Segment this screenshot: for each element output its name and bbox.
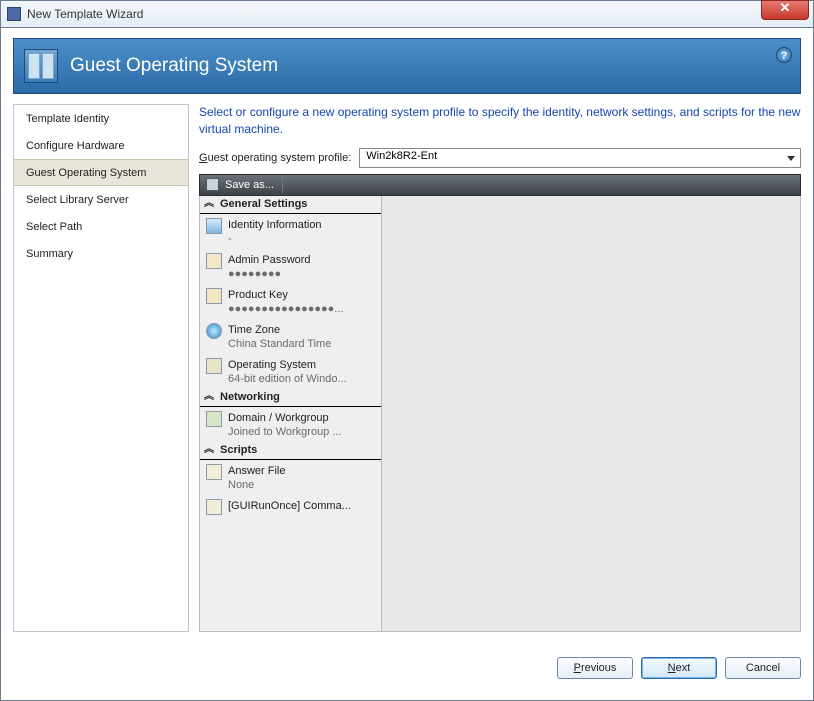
group-label: Networking xyxy=(220,391,280,403)
cancel-button[interactable]: Cancel xyxy=(725,657,801,679)
intro-text: Select or configure a new operating syst… xyxy=(199,104,801,138)
chevron-up-icon: ︽ xyxy=(204,392,214,402)
profile-select-value: Win2k8R2-Ent xyxy=(366,150,437,162)
password-icon xyxy=(206,253,222,269)
window-body: Guest Operating System ? Template Identi… xyxy=(0,28,814,701)
tree-item-time-zone[interactable]: Time ZoneChina Standard Time xyxy=(200,319,381,354)
file-icon xyxy=(206,499,222,515)
next-button[interactable]: Next xyxy=(641,657,717,679)
sidebar-item-guest-os[interactable]: Guest Operating System xyxy=(14,159,188,186)
tree-item-sub: 64-bit edition of Windo... xyxy=(228,372,347,386)
wizard-header-icon xyxy=(24,49,58,83)
tree-item-label: Domain / Workgroup xyxy=(228,411,342,425)
tree-item-label: [GUIRunOnce] Comma... xyxy=(228,499,351,513)
tree-item-label: Product Key xyxy=(228,288,343,302)
wizard-footer: Previous Next Cancel xyxy=(13,650,801,686)
sidebar-item-label: Template Identity xyxy=(26,113,109,125)
profile-select[interactable]: Win2k8R2-Ent xyxy=(359,148,801,168)
toolbar-separator xyxy=(282,177,283,193)
settings-tree: ︽ General Settings Identity Information-… xyxy=(200,196,382,631)
main-panel: Select or configure a new operating syst… xyxy=(199,104,801,632)
sidebar-item-label: Select Path xyxy=(26,221,82,233)
network-icon xyxy=(206,411,222,427)
tree-item-label: Admin Password xyxy=(228,253,311,267)
detail-pane xyxy=(382,196,800,631)
tree-item-label: Identity Information xyxy=(228,218,322,232)
tree-item-answer-file[interactable]: Answer FileNone xyxy=(200,460,381,495)
tree-item-label: Answer File xyxy=(228,464,285,478)
tree-item-admin-password[interactable]: Admin Password●●●●●●●● xyxy=(200,249,381,284)
close-button[interactable]: ✕ xyxy=(761,0,809,20)
save-icon xyxy=(206,178,219,191)
save-as-button[interactable]: Save as... xyxy=(225,179,274,191)
sidebar-item-label: Select Library Server xyxy=(26,194,129,206)
group-networking[interactable]: ︽ Networking xyxy=(200,389,381,407)
file-icon xyxy=(206,464,222,480)
tree-item-sub: ●●●●●●●●●●●●●●●●... xyxy=(228,302,343,316)
group-scripts[interactable]: ︽ Scripts xyxy=(200,442,381,460)
help-icon[interactable]: ? xyxy=(776,47,792,63)
page-title: Guest Operating System xyxy=(70,55,278,77)
tree-item-sub: China Standard Time xyxy=(228,337,331,351)
sidebar-item-template-identity[interactable]: Template Identity xyxy=(14,105,188,132)
settings-toolbar: Save as... xyxy=(199,174,801,196)
tree-item-label: Time Zone xyxy=(228,323,331,337)
app-icon xyxy=(7,7,21,21)
tree-item-sub: Joined to Workgroup ... xyxy=(228,425,342,439)
chevron-up-icon: ︽ xyxy=(204,445,214,455)
tree-item-guirunonce[interactable]: [GUIRunOnce] Comma... xyxy=(200,495,381,518)
sidebar-item-summary[interactable]: Summary xyxy=(14,240,188,267)
magnifier-icon xyxy=(206,358,222,374)
title-bar: New Template Wizard ✕ xyxy=(0,0,814,28)
sidebar-item-label: Guest Operating System xyxy=(26,167,146,179)
sidebar-item-select-library-server[interactable]: Select Library Server xyxy=(14,186,188,213)
profile-row: Guest operating system profile: Win2k8R2… xyxy=(199,148,801,168)
group-label: Scripts xyxy=(220,444,257,456)
chevron-up-icon: ︽ xyxy=(204,199,214,209)
wizard-header: Guest Operating System ? xyxy=(13,38,801,94)
wizard-steps-sidebar: Template Identity Configure Hardware Gue… xyxy=(13,104,189,632)
tree-item-domain-workgroup[interactable]: Domain / WorkgroupJoined to Workgroup ..… xyxy=(200,407,381,442)
globe-icon xyxy=(206,323,222,339)
sidebar-item-select-path[interactable]: Select Path xyxy=(14,213,188,240)
window-title: New Template Wizard xyxy=(27,7,761,21)
tree-item-operating-system[interactable]: Operating System64-bit edition of Windo.… xyxy=(200,354,381,389)
sidebar-item-label: Configure Hardware xyxy=(26,140,124,152)
profile-label: Guest operating system profile: xyxy=(199,152,351,164)
key-icon xyxy=(206,288,222,304)
tree-item-product-key[interactable]: Product Key●●●●●●●●●●●●●●●●... xyxy=(200,284,381,319)
tree-item-identity[interactable]: Identity Information- xyxy=(200,214,381,249)
sidebar-item-configure-hardware[interactable]: Configure Hardware xyxy=(14,132,188,159)
tree-item-sub: - xyxy=(228,232,322,246)
sidebar-item-label: Summary xyxy=(26,248,73,260)
group-general-settings[interactable]: ︽ General Settings xyxy=(200,196,381,214)
group-label: General Settings xyxy=(220,198,307,210)
tag-icon xyxy=(206,218,222,234)
tree-item-sub: None xyxy=(228,478,285,492)
tree-item-sub: ●●●●●●●● xyxy=(228,267,311,281)
previous-button[interactable]: Previous xyxy=(557,657,633,679)
tree-item-label: Operating System xyxy=(228,358,347,372)
